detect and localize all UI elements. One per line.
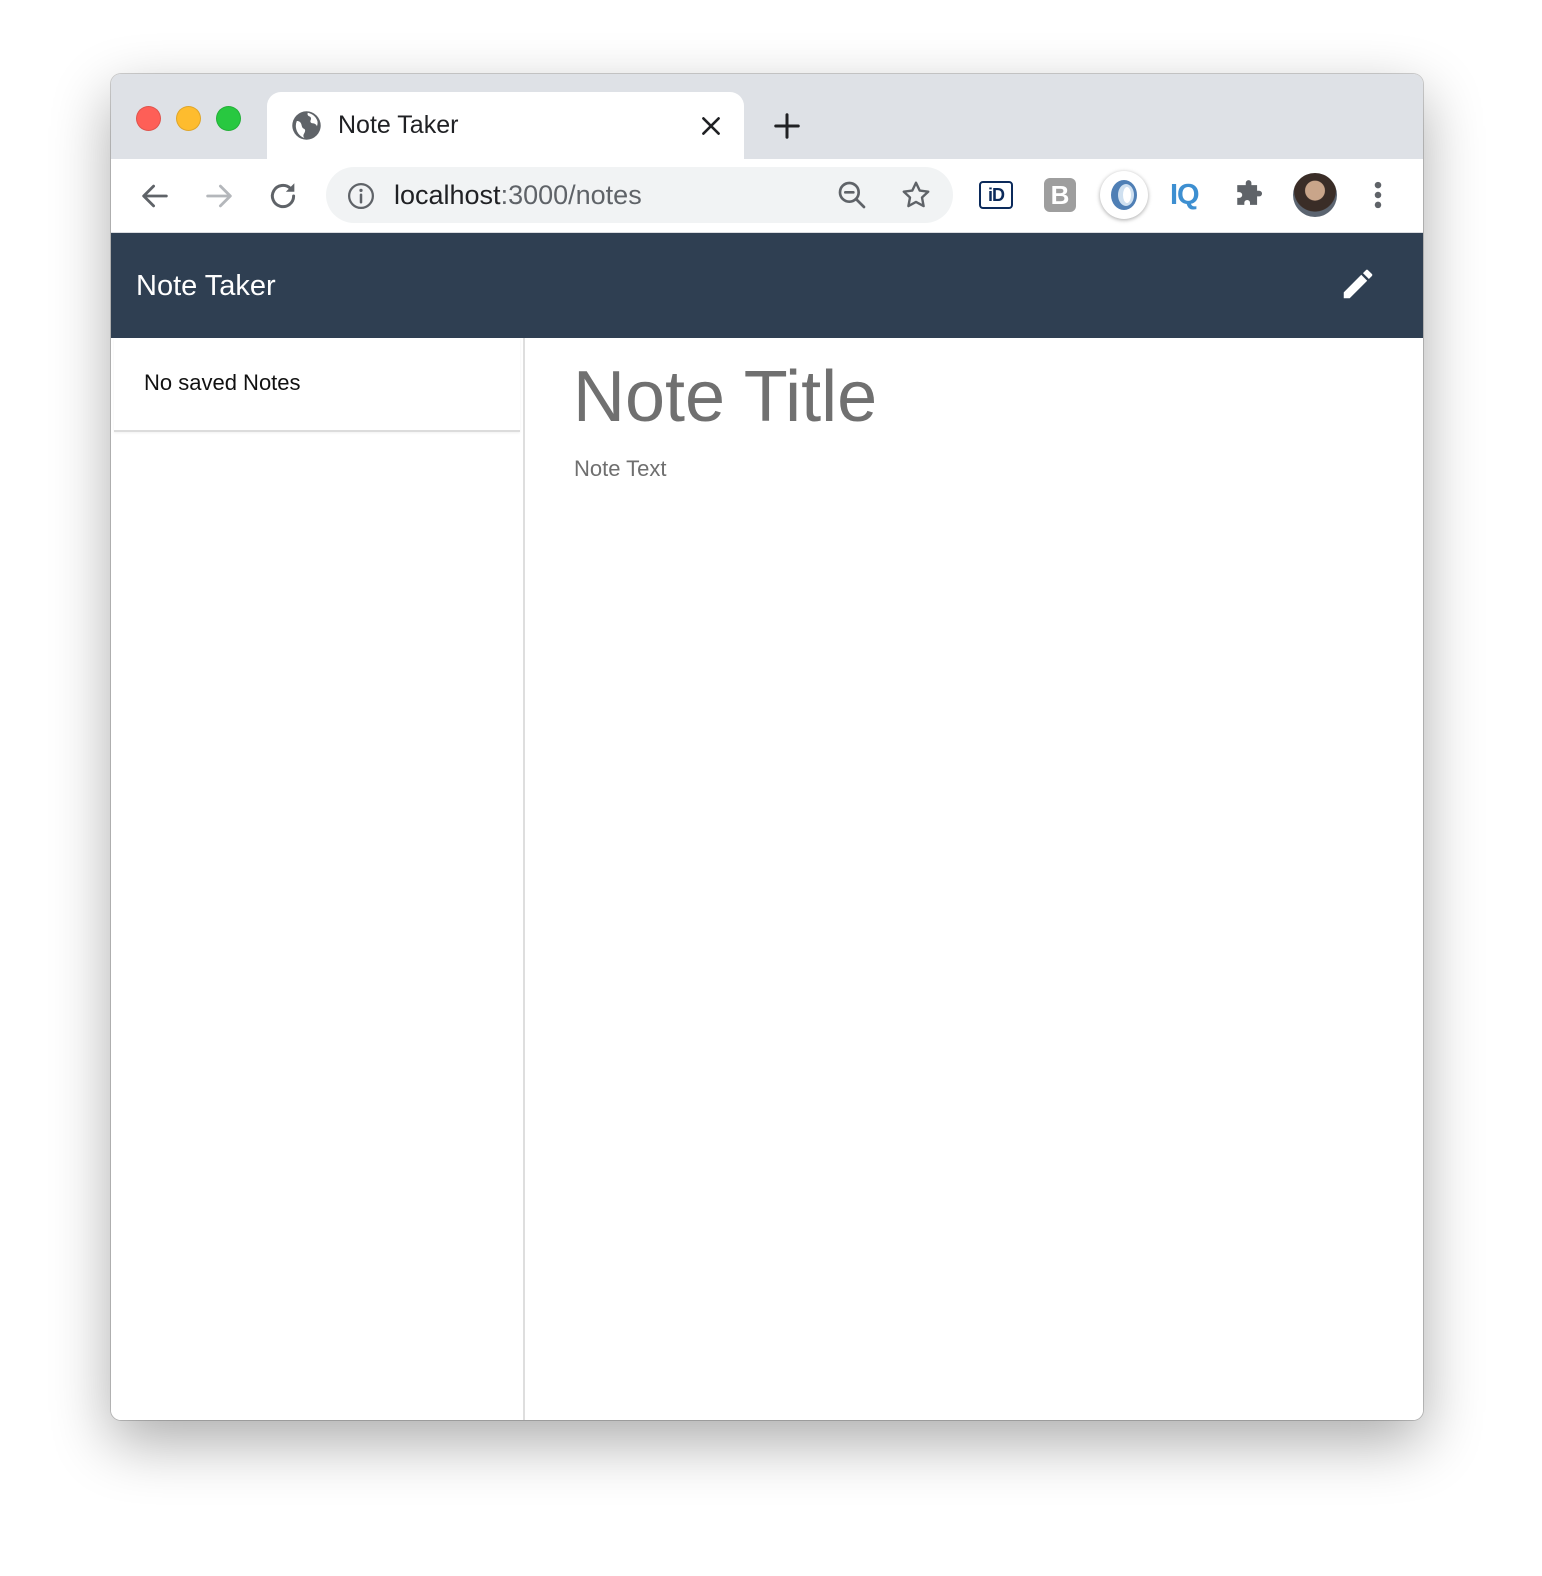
bookmark-star-icon[interactable] xyxy=(900,179,932,211)
maximize-window-button[interactable] xyxy=(216,106,241,131)
close-tab-icon[interactable] xyxy=(698,113,724,139)
notes-sidebar: No saved Notes xyxy=(111,338,525,1420)
url-path: :3000/notes xyxy=(500,180,642,210)
iq-extension-icon[interactable]: IQ xyxy=(1170,179,1206,211)
back-arrow-icon[interactable] xyxy=(138,179,172,213)
profile-avatar[interactable] xyxy=(1293,173,1337,217)
note-text-area[interactable] xyxy=(574,454,1394,1374)
more-menu-icon[interactable] xyxy=(1366,178,1390,212)
new-tab-icon[interactable] xyxy=(772,111,802,141)
address-bar[interactable]: localhost:3000/notes xyxy=(326,167,953,223)
puzzle-extensions-icon[interactable] xyxy=(1233,178,1267,212)
url-host: localhost xyxy=(394,180,501,210)
ring-extension-icon[interactable] xyxy=(1100,171,1148,219)
minimize-window-button[interactable] xyxy=(176,106,201,131)
b-extension-icon[interactable]: B xyxy=(1044,178,1076,212)
forward-arrow-icon[interactable] xyxy=(202,179,236,213)
close-window-button[interactable] xyxy=(136,106,161,131)
tab-note-taker[interactable]: Note Taker xyxy=(267,92,744,159)
note-editor xyxy=(525,338,1423,1420)
id-extension-icon[interactable]: iD xyxy=(979,181,1013,209)
reload-icon[interactable] xyxy=(266,179,300,213)
url-text: localhost:3000/notes xyxy=(394,178,642,212)
info-icon[interactable] xyxy=(346,181,376,211)
globe-icon xyxy=(292,111,321,140)
browser-toolbar: localhost:3000/notes iD B IQ xyxy=(111,159,1423,233)
note-title-input[interactable] xyxy=(573,352,1393,442)
zoom-out-icon[interactable] xyxy=(836,179,868,211)
list-item: No saved Notes xyxy=(114,338,520,432)
app-navbar: Note Taker xyxy=(111,233,1423,338)
tab-title: Note Taker xyxy=(338,111,459,139)
tab-strip: Note Taker xyxy=(111,74,1423,159)
brand-link[interactable]: Note Taker xyxy=(136,267,276,305)
pencil-icon[interactable] xyxy=(1339,265,1377,303)
ring-logo-icon xyxy=(1111,180,1137,210)
empty-notes-message: No saved Notes xyxy=(144,370,301,395)
browser-window: Note Taker localhost:3000/notes iD B IQ … xyxy=(111,74,1423,1420)
